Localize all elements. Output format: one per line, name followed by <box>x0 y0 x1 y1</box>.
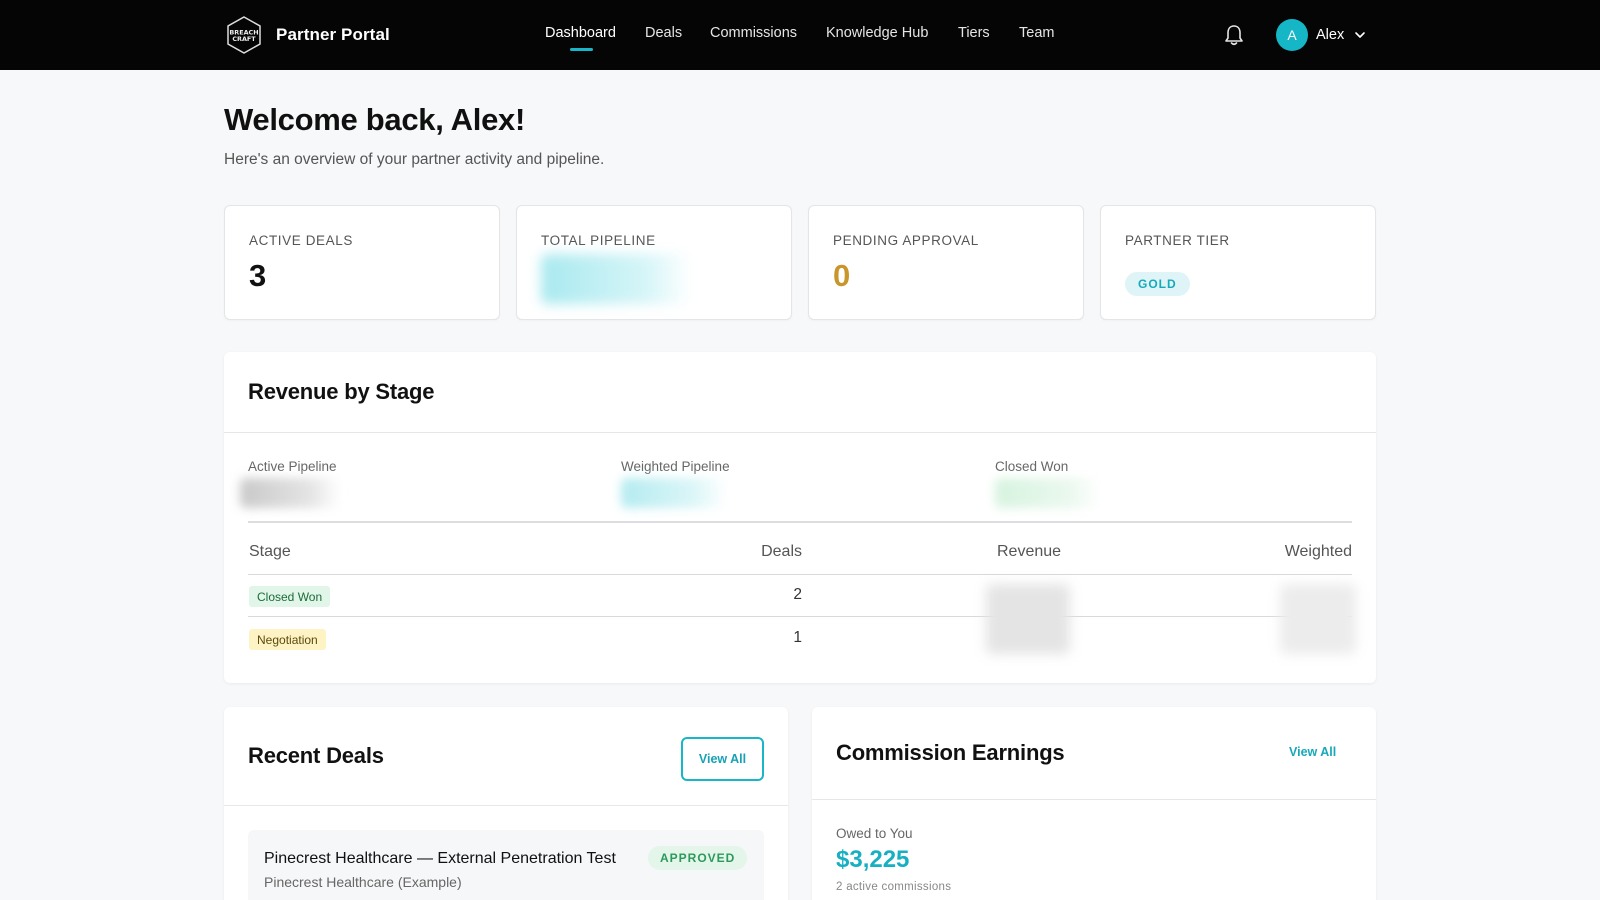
col-header-deals: Deals <box>761 543 802 560</box>
metric-label-weighted-pipeline: Weighted Pipeline <box>621 459 730 474</box>
stat-label: ACTIVE DEALS <box>249 233 353 248</box>
stat-value: 0 <box>833 258 851 293</box>
stat-label: PENDING APPROVAL <box>833 233 979 248</box>
redacted-value <box>541 254 691 304</box>
panel-title: Recent Deals <box>248 743 384 768</box>
recent-deals-panel: Recent Deals View All Pinecrest Healthca… <box>224 707 788 900</box>
view-all-deals-button[interactable]: View All <box>681 737 764 781</box>
nav-link-knowledge-hub[interactable]: Knowledge Hub <box>826 25 928 41</box>
stat-card-total-pipeline: TOTAL PIPELINE <box>516 205 792 320</box>
tier-badge: GOLD <box>1125 272 1190 296</box>
active-nav-indicator <box>570 48 593 51</box>
redacted-weighted <box>1280 584 1356 654</box>
nav-link-deals[interactable]: Deals <box>645 25 682 41</box>
revenue-by-stage-panel: Revenue by Stage Active Pipeline Weighte… <box>224 352 1376 683</box>
user-menu[interactable]: A Alex <box>1276 19 1366 51</box>
bell-icon[interactable] <box>1224 24 1244 46</box>
commission-earnings-panel: Commission Earnings View All Owed to You… <box>812 707 1376 900</box>
nav-link-tiers[interactable]: Tiers <box>958 25 990 41</box>
page-title: Welcome back, Alex! <box>224 102 525 137</box>
chevron-down-icon <box>1355 32 1366 38</box>
stat-label: PARTNER TIER <box>1125 233 1230 248</box>
col-header-stage: Stage <box>249 543 291 560</box>
redacted-value <box>240 478 340 508</box>
view-all-commissions-link[interactable]: View All <box>1289 745 1336 759</box>
col-header-weighted: Weighted <box>1284 543 1352 560</box>
page-subtitle: Here's an overview of your partner activ… <box>224 151 605 168</box>
nav-link-commissions[interactable]: Commissions <box>710 25 797 41</box>
avatar: A <box>1276 19 1308 51</box>
divider <box>224 805 788 806</box>
row-divider <box>248 574 1352 575</box>
stat-card-active-deals: ACTIVE DEALS 3 <box>224 205 500 320</box>
stat-card-pending-approval: PENDING APPROVAL 0 <box>808 205 1084 320</box>
deal-count: 1 <box>793 629 802 646</box>
table-divider <box>248 521 1352 523</box>
row-divider <box>248 616 1352 617</box>
panel-title: Commission Earnings <box>836 740 1065 765</box>
status-badge: APPROVED <box>648 846 748 870</box>
nav-link-dashboard[interactable]: Dashboard <box>545 25 616 41</box>
deal-count: 2 <box>793 586 802 603</box>
list-item[interactable]: Pinecrest Healthcare — External Penetrat… <box>248 830 764 900</box>
col-header-revenue: Revenue <box>997 543 1062 560</box>
redacted-value <box>621 478 726 508</box>
metric-label-active-pipeline: Active Pipeline <box>248 459 337 474</box>
deal-client: Pinecrest Healthcare (Example) <box>264 874 462 890</box>
owed-label: Owed to You <box>836 826 913 841</box>
top-nav: BREACH CRAFT Partner Portal Dashboard De… <box>0 0 1600 70</box>
panel-title: Revenue by Stage <box>248 379 435 404</box>
redacted-revenue <box>986 584 1070 654</box>
stage-badge-negotiation: Negotiation <box>249 629 326 650</box>
stat-value: 3 <box>249 258 267 293</box>
metric-label-closed-won: Closed Won <box>995 459 1069 474</box>
redacted-value <box>995 478 1100 508</box>
stage-badge-closed-won: Closed Won <box>249 586 331 607</box>
user-name: Alex <box>1316 27 1345 43</box>
nav-link-team[interactable]: Team <box>1019 25 1054 41</box>
stat-label: TOTAL PIPELINE <box>541 233 656 248</box>
divider <box>224 432 1376 433</box>
owed-amount: $3,225 <box>836 846 910 873</box>
divider <box>812 799 1376 800</box>
owed-subtext: 2 active commissions <box>836 881 952 893</box>
stat-card-partner-tier: PARTNER TIER GOLD <box>1100 205 1376 320</box>
deal-title: Pinecrest Healthcare — External Penetrat… <box>264 850 616 867</box>
